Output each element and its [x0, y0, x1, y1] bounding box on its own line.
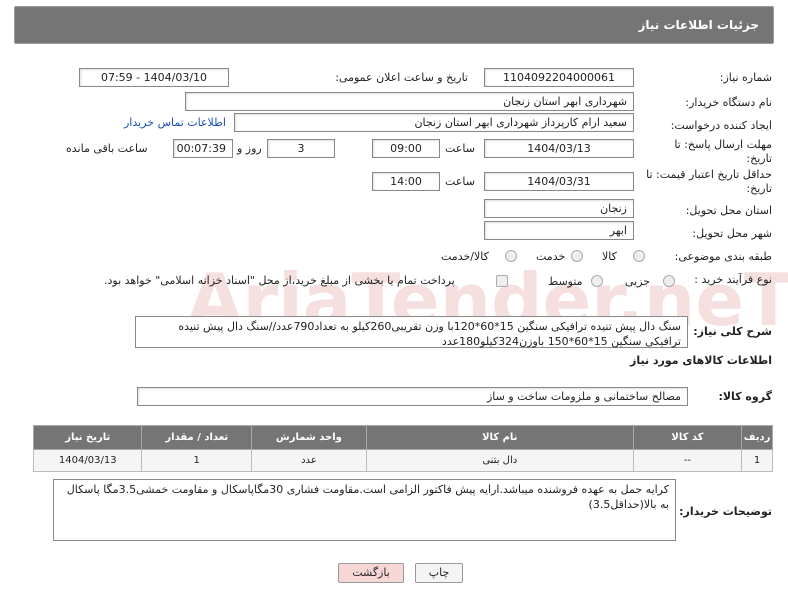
col-date-header: تاریخ نیاز — [32, 425, 143, 450]
price-time-field: 14:00 — [372, 172, 440, 191]
description-textarea[interactable]: سنگ دال پیش تنیده ترافیکی سنگین 15*60*12… — [135, 316, 688, 348]
table-row[interactable]: 1 -- دال بتنی عدد 1 1404/03/13 — [32, 449, 773, 472]
buyer-notes-textarea[interactable]: کرایه حمل به عهده فروشنده میباشد.ارایه پ… — [53, 479, 676, 541]
cell-qty: 1 — [141, 449, 252, 472]
process-minor-radio[interactable] — [663, 275, 675, 287]
cell-unit: عدد — [251, 449, 367, 472]
category-goods-label: کالا — [602, 250, 617, 263]
reply-deadline-label: مهلت ارسال پاسخ: تا تاریخ: — [674, 138, 772, 165]
price-time-label: ساعت — [445, 175, 475, 188]
category-both-radio[interactable] — [505, 250, 517, 262]
cell-date: 1404/03/13 — [32, 449, 143, 472]
reply-date-field: 1404/03/13 — [484, 139, 634, 158]
page-header: جزئیات اطلاعات نیاز — [14, 6, 774, 44]
category-service-label: خدمت — [536, 250, 566, 263]
treasury-checkbox[interactable] — [496, 275, 508, 287]
goods-table: ردیف کد کالا نام کالا واحد شمارش تعداد /… — [32, 425, 773, 472]
col-unit-header: واحد شمارش — [251, 425, 367, 450]
goods-group-field: مصالح ساختمانی و ملزومات ساخت و ساز — [137, 387, 688, 406]
category-label: طبقه بندی موضوعی: — [674, 250, 772, 263]
creator-label: ایجاد کننده درخواست: — [670, 119, 772, 132]
city-field: ابهر — [484, 221, 634, 240]
col-qty-header: تعداد / مقدار — [141, 425, 252, 450]
description-label: شرح کلی نیاز: — [693, 325, 772, 338]
city-label: شهر محل تحویل: — [692, 227, 772, 240]
buyer-org-field: شهرداری ابهر استان زنجان — [185, 92, 634, 111]
back-button[interactable]: بازگشت — [338, 563, 404, 583]
category-both-label: کالا/خدمت — [441, 250, 489, 263]
buyer-org-label: نام دستگاه خریدار: — [685, 96, 772, 109]
process-minor-label: جزیی — [625, 275, 651, 288]
days-field: 3 — [267, 139, 335, 158]
need-number-field: 1104092204000061 — [484, 68, 634, 87]
price-deadline-label: حداقل تاریخ اعتبار قیمت: تا تاریخ: — [646, 168, 772, 195]
reply-time-label: ساعت — [445, 142, 475, 155]
province-field: زنجان — [484, 199, 634, 218]
process-medium-label: متوسط — [548, 275, 583, 288]
price-date-field: 1404/03/31 — [484, 172, 634, 191]
process-label: نوع فرآیند خرید : — [694, 273, 772, 286]
cell-row: 1 — [741, 449, 773, 472]
announce-field: 1404/03/10 - 07:59 — [79, 68, 229, 87]
category-goods-radio[interactable] — [633, 250, 645, 262]
col-code-header: کد کالا — [632, 425, 743, 450]
col-row-header: ردیف — [741, 425, 773, 450]
remaining-label: ساعت باقی مانده — [66, 142, 148, 155]
cell-name: دال بتنی — [365, 449, 634, 472]
buyer-contact-link[interactable]: اطلاعات تماس خریدار — [124, 116, 226, 129]
province-label: استان محل تحویل: — [685, 204, 772, 217]
table-header-row: ردیف کد کالا نام کالا واحد شمارش تعداد /… — [32, 425, 773, 450]
cell-code: -- — [632, 449, 743, 472]
reply-time-field: 09:00 — [372, 139, 440, 158]
creator-field: سعید ارام کارپرداز شهرداری ابهر استان زن… — [234, 113, 634, 132]
remaining-time-field: 00:07:39 — [173, 139, 233, 158]
buyer-notes-label: توضیحات خریدار: — [679, 505, 772, 518]
days-label: روز و — [237, 142, 262, 155]
print-button[interactable]: چاپ — [415, 563, 463, 583]
payment-note: پرداخت تمام یا بخشی از مبلغ خرید،از محل … — [104, 274, 455, 287]
page-title: جزئیات اطلاعات نیاز — [638, 18, 759, 32]
goods-group-label: گروه کالا: — [718, 390, 772, 403]
announce-label: تاریخ و ساعت اعلان عمومی: — [335, 71, 468, 84]
process-medium-radio[interactable] — [591, 275, 603, 287]
col-name-header: نام کالا — [365, 425, 634, 450]
goods-info-title: اطلاعات کالاهای مورد نیاز — [630, 354, 772, 367]
category-service-radio[interactable] — [571, 250, 583, 262]
need-number-label: شماره نیاز: — [719, 71, 772, 84]
